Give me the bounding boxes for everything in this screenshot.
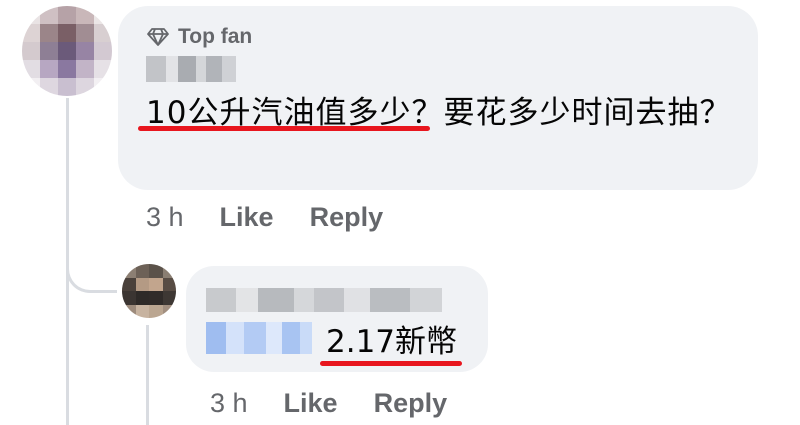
highlight-underline-reply xyxy=(320,361,462,366)
reply-like-button[interactable]: Like xyxy=(284,388,338,419)
reply-text: 2.17新幣 xyxy=(326,324,458,360)
thread-line-reply xyxy=(146,325,149,425)
reply-actions: 3 h Like Reply xyxy=(210,386,447,420)
mention-tag-redacted[interactable] xyxy=(206,322,312,354)
commenter-name-redacted[interactable] xyxy=(146,56,236,82)
like-button[interactable]: Like xyxy=(220,202,274,233)
top-fan-label: Top fan xyxy=(178,25,253,48)
top-fan-badge: Top fan xyxy=(146,24,252,50)
reply-button[interactable]: Reply xyxy=(310,202,384,233)
highlight-underline-comment xyxy=(138,126,430,131)
diamond-icon xyxy=(146,27,170,47)
comment-actions: 3 h Like Reply xyxy=(146,200,383,234)
comment-timestamp[interactable]: 3 h xyxy=(146,202,184,233)
thread-line-curve xyxy=(66,250,117,293)
reply-reply-button[interactable]: Reply xyxy=(374,388,448,419)
commenter-avatar[interactable] xyxy=(22,6,112,96)
reply-timestamp[interactable]: 3 h xyxy=(210,388,248,419)
replier-name-redacted[interactable] xyxy=(206,288,442,312)
replier-avatar[interactable] xyxy=(122,264,176,318)
